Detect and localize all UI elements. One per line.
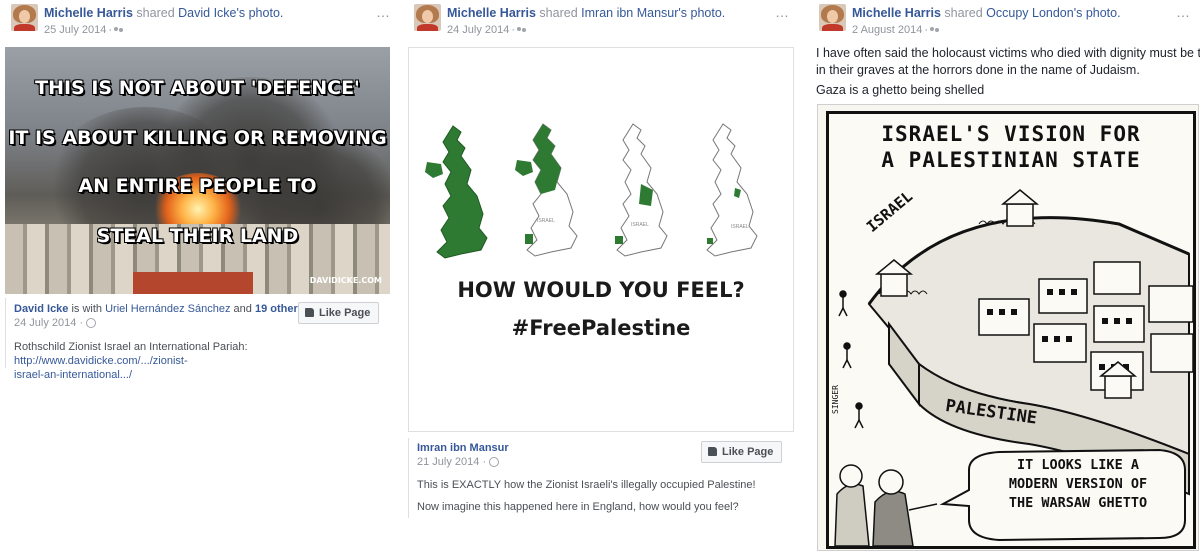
source-suffix[interactable]: 's photo. — [678, 6, 725, 20]
speech-line: IT LOOKS LIKE A — [1017, 457, 1139, 473]
image-text-line: IT IS ABOUT KILLING OR REMOVING — [8, 127, 387, 149]
post-text-line: I have often said the holocaust victims … — [816, 46, 1200, 60]
caption-text: Rothschild Zionist Israel an Internation… — [14, 341, 248, 353]
page-attribution: David Icke is with Uriel Hernández Sánch… — [14, 303, 304, 315]
post-header-line: Michelle Harris shared David Icke's phot… — [44, 6, 283, 20]
image-watermark: DAVIDICKE.COM — [309, 276, 382, 285]
attribution-date-link[interactable]: 24 July 2014 — [14, 317, 76, 329]
thumbs-up-icon — [305, 308, 314, 317]
shared-text: shared — [539, 6, 578, 20]
attribution-caption: Now imagine this happened here in Englan… — [417, 501, 739, 513]
post-date-line: 25 July 2014 · — [44, 24, 124, 36]
attribution-date-link[interactable]: 21 July 2014 — [417, 456, 479, 468]
map-label: ISRAEL — [631, 222, 649, 228]
author-name-link[interactable]: Michelle Harris — [44, 6, 133, 20]
attribution-caption: Rothschild Zionist Israel an Internation… — [14, 340, 394, 382]
like-page-label: Like Page — [319, 307, 371, 319]
author-name-link[interactable]: Michelle Harris — [852, 6, 941, 20]
caption-link[interactable]: israel-an-international.../ — [14, 369, 132, 381]
source-suffix[interactable]: 's photo. — [237, 6, 284, 20]
shared-text: shared — [136, 6, 175, 20]
attribution-date-line: 21 July 2014 · — [417, 456, 500, 468]
post-date-line: 2 August 2014 · — [852, 24, 940, 36]
post-header-line: Michelle Harris shared Imran ibn Mansur'… — [447, 6, 725, 20]
speech-line: MODERN VERSION OF — [1008, 476, 1148, 492]
more-options-icon[interactable]: … — [376, 4, 391, 20]
source-suffix[interactable]: 's photo. — [1074, 6, 1121, 20]
uk-maps-illustration — [425, 123, 758, 259]
attribution-divider — [5, 298, 6, 368]
and-text: and — [233, 303, 252, 315]
like-page-button[interactable]: Like Page — [298, 302, 380, 324]
post-header: Michelle Harris shared Occupy London's p… — [808, 0, 1200, 44]
artist-signature: SINGER — [831, 385, 840, 414]
map-label: ISRAEL — [537, 218, 555, 224]
more-options-icon[interactable]: … — [1176, 4, 1191, 20]
map-label: ISRAEL — [731, 224, 749, 230]
post-date-link[interactable]: 2 August 2014 — [852, 24, 922, 36]
post-text-line: in their graves at the horrors done in t… — [816, 63, 1140, 77]
source-link[interactable]: David Icke — [178, 6, 236, 20]
with-text: is with — [71, 303, 103, 315]
post-date-line: 24 July 2014 · — [447, 24, 527, 36]
post-header: Michelle Harris shared Imran ibn Mansur'… — [403, 0, 800, 44]
friends-audience-icon[interactable] — [114, 26, 124, 34]
friends-audience-icon[interactable] — [930, 26, 940, 34]
cartoon: ISRAEL'S VISION FOR A PALESTINIAN STATE — [826, 111, 1196, 549]
attribution-divider — [408, 438, 409, 518]
page-name-link[interactable]: David Icke — [14, 303, 68, 315]
page-attribution: Imran ibn Mansur — [417, 442, 509, 454]
caption-link[interactable]: http://www.davidicke.com/.../zionist- — [14, 355, 188, 367]
attribution-date-line: 24 July 2014 · — [14, 317, 97, 329]
post-date-link[interactable]: 24 July 2014 — [447, 24, 509, 36]
others-link[interactable]: 19 others — [255, 303, 304, 315]
globe-icon[interactable] — [86, 318, 97, 329]
image-text-line: AN ENTIRE PEOPLE TO — [78, 175, 317, 197]
page-name-link[interactable]: Imran ibn Mansur — [417, 442, 509, 454]
author-name-link[interactable]: Michelle Harris — [447, 6, 536, 20]
tagged-person-link[interactable]: Uriel Hernández Sánchez — [105, 303, 230, 315]
post-header: Michelle Harris shared David Icke's phot… — [0, 0, 400, 44]
post-card-2: Michelle Harris shared Imran ibn Mansur'… — [403, 0, 800, 553]
friends-audience-icon[interactable] — [517, 26, 527, 34]
speech-bubble-text: IT LOOKS LIKE A MODERN VERSION OF THE WA… — [975, 456, 1181, 513]
post-text-line: Gaza is a ghetto being shelled — [816, 83, 985, 97]
avatar[interactable] — [414, 4, 441, 31]
more-options-icon[interactable]: … — [775, 4, 790, 20]
image-headline: HOW WOULD YOU FEEL? — [457, 278, 745, 302]
post-card-1: Michelle Harris shared David Icke's phot… — [0, 0, 400, 553]
post-photo[interactable]: THIS IS NOT ABOUT 'DEFENCE' IT IS ABOUT … — [5, 47, 390, 294]
attribution-caption: This is EXACTLY how the Zionist Israeli'… — [417, 479, 756, 491]
like-page-button[interactable]: Like Page — [701, 441, 783, 463]
post-card-3: Michelle Harris shared Occupy London's p… — [808, 0, 1200, 553]
speech-line: THE WARSAW GHETTO — [1008, 495, 1148, 511]
shared-text: shared — [944, 6, 983, 20]
image-text-line: STEAL THEIR LAND — [96, 225, 299, 247]
image-hashtag: #FreePalestine — [511, 316, 691, 340]
post-header-line: Michelle Harris shared Occupy London's p… — [852, 6, 1121, 20]
source-link[interactable]: Imran ibn Mansur — [581, 6, 678, 20]
thumbs-up-icon — [708, 447, 717, 456]
post-photo[interactable]: ISRAEL'S VISION FOR A PALESTINIAN STATE — [817, 104, 1199, 551]
like-page-label: Like Page — [722, 446, 774, 458]
avatar[interactable] — [819, 4, 846, 31]
globe-icon[interactable] — [489, 457, 500, 468]
post-date-link[interactable]: 25 July 2014 — [44, 24, 106, 36]
image-text-line: THIS IS NOT ABOUT 'DEFENCE' — [35, 77, 360, 99]
post-photo[interactable]: ISRAEL ISRAEL ISRAEL HOW WOULD YOU FEEL?… — [408, 47, 794, 432]
avatar[interactable] — [11, 4, 38, 31]
source-link[interactable]: Occupy London — [986, 6, 1074, 20]
